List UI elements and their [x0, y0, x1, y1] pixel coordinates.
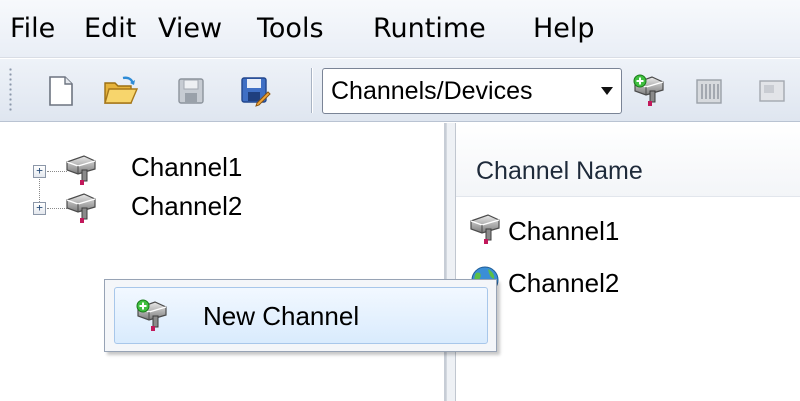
tree-item-label: Channel2 [131, 191, 243, 221]
view-select[interactable]: Channels/Devices [322, 68, 622, 114]
channel-icon [64, 191, 98, 225]
column-header-channel-name[interactable]: Channel Name [456, 123, 800, 197]
pane-splitter[interactable] [446, 123, 456, 401]
new-device-button[interactable] [690, 72, 728, 110]
new-file-icon [49, 76, 73, 106]
menu-bar: File Edit View Tools Runtime Help [0, 0, 800, 58]
new-file-button[interactable] [42, 72, 80, 110]
toolbar-separator [311, 68, 313, 113]
device-properties-button[interactable] [752, 72, 790, 110]
context-menu-item-new-channel[interactable]: New Channel [114, 287, 488, 344]
channel-icon [64, 153, 98, 187]
column-header-label: Channel Name [476, 157, 643, 185]
new-channel-icon [136, 299, 169, 333]
toolbar: Channels/Devices [0, 59, 800, 122]
menu-file[interactable]: File [10, 12, 55, 46]
expand-icon[interactable]: + [33, 165, 46, 178]
new-channel-icon [633, 74, 666, 108]
save-icon [178, 78, 204, 104]
save-button[interactable] [172, 72, 210, 110]
context-menu-item-label: New Channel [203, 301, 360, 331]
list-item-label: Channel1 [508, 216, 620, 246]
context-menu: New Channel [104, 279, 497, 352]
view-select-value: Channels/Devices [331, 76, 533, 105]
expand-icon[interactable]: + [33, 202, 46, 215]
channel-list[interactable]: Channel Name Channel1 Channel2 [456, 123, 800, 401]
save-as-icon [241, 77, 271, 107]
device-properties-icon [759, 80, 785, 102]
menu-tools[interactable]: Tools [257, 12, 324, 46]
chevron-down-icon[interactable] [593, 69, 621, 113]
new-device-icon [696, 79, 722, 104]
menu-view[interactable]: View [158, 12, 222, 46]
toolbar-grip[interactable] [9, 67, 12, 113]
menu-edit[interactable]: Edit [84, 12, 136, 46]
menu-help[interactable]: Help [533, 12, 595, 46]
new-channel-button[interactable] [630, 72, 668, 110]
tree-item-label: Channel1 [131, 152, 243, 182]
list-item-label: Channel2 [508, 268, 620, 298]
open-button[interactable] [102, 72, 140, 110]
channel-tree[interactable]: + Channel1 + Channel2 [0, 123, 446, 401]
open-folder-icon [104, 76, 139, 104]
save-as-button[interactable] [236, 72, 274, 110]
menu-runtime[interactable]: Runtime [373, 12, 486, 46]
channel-icon [468, 212, 502, 246]
